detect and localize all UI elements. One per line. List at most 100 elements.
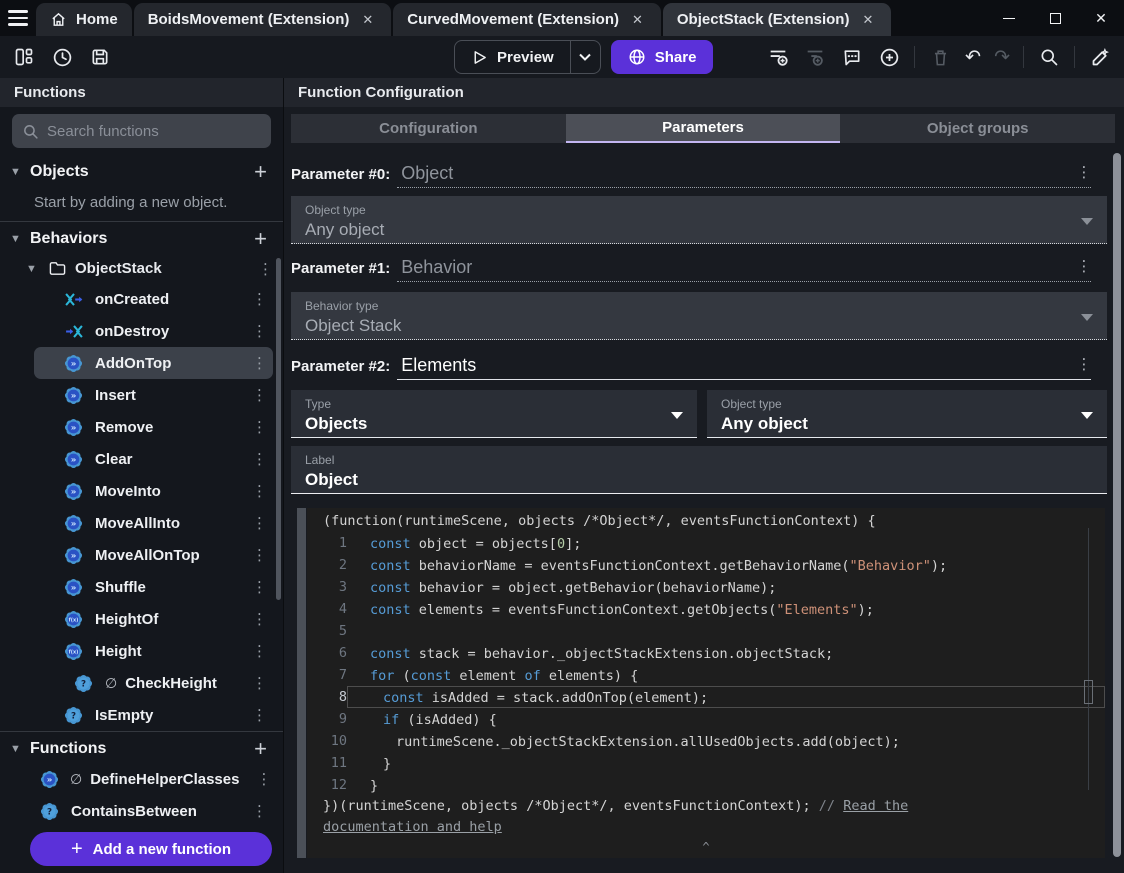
add-circle-icon[interactable] <box>877 45 901 69</box>
share-button[interactable]: Share <box>610 40 714 74</box>
kebab-menu-icon[interactable]: ⋮ <box>1074 355 1094 373</box>
function-item-addontop[interactable]: » AddOnTop ⋮ <box>34 347 273 379</box>
window-tab-home[interactable]: Home <box>36 3 132 36</box>
code-line-1[interactable]: 1 const object = objects[0]; <box>307 532 1105 554</box>
window-tab-curvedmovement[interactable]: CurvedMovement (Extension) ✕ <box>393 3 661 36</box>
function-item-heightof[interactable]: f(x) HeightOf ⋮ <box>0 603 273 635</box>
javascript-code-editor[interactable]: (function(runtimeScene, objects /*Object… <box>307 508 1105 858</box>
trash-icon[interactable] <box>928 45 952 69</box>
search-functions-input[interactable] <box>47 122 261 140</box>
function-item-insert[interactable]: » Insert ⋮ <box>0 379 273 411</box>
search-icon[interactable] <box>1037 45 1061 69</box>
main-menu-icon[interactable] <box>0 0 36 36</box>
kebab-menu-icon[interactable]: ⋮ <box>246 610 273 628</box>
add-object-button[interactable]: + <box>250 161 271 183</box>
close-tab-icon[interactable]: ✕ <box>858 10 877 30</box>
functions-section-header[interactable]: ▼ Functions + <box>0 735 283 763</box>
tab-parameters[interactable]: Parameters <box>565 114 841 143</box>
objects-section-header[interactable]: ▼ Objects + <box>0 158 283 186</box>
code-line-5[interactable]: 5 <box>307 620 1105 642</box>
parameter-0-object-type-select[interactable]: Object type Any object <box>291 196 1107 244</box>
kebab-menu-icon[interactable]: ⋮ <box>250 770 277 788</box>
window-tab-objectstack[interactable]: ObjectStack (Extension) ✕ <box>662 3 892 36</box>
add-behavior-button[interactable]: + <box>250 228 271 250</box>
kebab-menu-icon[interactable]: ⋮ <box>246 674 273 692</box>
function-item-isempty[interactable]: ? IsEmpty ⋮ <box>0 699 273 731</box>
collapse-arrow-icon[interactable]: ▼ <box>10 233 30 245</box>
function-item-moveinto[interactable]: » MoveInto ⋮ <box>0 475 273 507</box>
kebab-menu-icon[interactable]: ⋮ <box>246 706 273 724</box>
parameter-2-label-field[interactable]: Label Object <box>291 446 1107 494</box>
sidebar-scrollbar[interactable] <box>276 258 281 600</box>
function-item-checkheight[interactable]: ? ∅ CheckHeight ⋮ <box>0 667 273 699</box>
function-item-height[interactable]: f(x) Height ⋮ <box>0 635 273 667</box>
kebab-menu-icon[interactable]: ⋮ <box>246 290 273 308</box>
history-icon[interactable] <box>50 45 74 69</box>
kebab-menu-icon[interactable]: ⋮ <box>246 514 273 532</box>
save-icon[interactable] <box>88 45 112 69</box>
add-event-icon[interactable] <box>766 45 790 69</box>
add-new-function-button[interactable]: + Add a new function <box>30 832 272 866</box>
kebab-menu-icon[interactable]: ⋮ <box>246 354 273 372</box>
kebab-menu-icon[interactable]: ⋮ <box>246 322 273 340</box>
code-line-4[interactable]: 4 const elements = eventsFunctionContext.… <box>307 598 1105 620</box>
tab-configuration[interactable]: Configuration <box>291 114 566 143</box>
add-free-function-button[interactable]: + <box>250 738 271 760</box>
function-item-moveallinto[interactable]: » MoveAllInto ⋮ <box>0 507 273 539</box>
code-line-7[interactable]: 7 for (const element of elements) { <box>307 664 1105 686</box>
function-item-definehelperclasses[interactable]: » ∅ DefineHelperClasses ⋮ <box>0 763 273 795</box>
collapse-arrow-icon[interactable]: ▼ <box>10 743 30 755</box>
kebab-menu-icon[interactable]: ⋮ <box>246 386 273 404</box>
code-line-2[interactable]: 2 const behaviorName = eventsFunctionCont… <box>307 554 1105 576</box>
kebab-menu-icon[interactable]: ⋮ <box>246 578 273 596</box>
code-line-6[interactable]: 6 const stack = behavior._objectStackExte… <box>307 642 1105 664</box>
function-item-ondestroy[interactable]: onDestroy ⋮ <box>0 315 273 347</box>
layout-panels-icon[interactable] <box>12 45 36 69</box>
code-line-9[interactable]: 9 if (isAdded) { <box>307 708 1105 730</box>
close-button[interactable]: ✕ <box>1078 0 1124 36</box>
kebab-menu-icon[interactable]: ⋮ <box>246 450 273 468</box>
function-item-oncreated[interactable]: onCreated ⋮ <box>0 283 273 315</box>
parameter-2-name-input[interactable]: Elements <box>397 355 1091 380</box>
tab-object-groups[interactable]: Object groups <box>840 114 1116 143</box>
code-line-12[interactable]: 12} <box>307 774 1105 796</box>
function-item-shuffle[interactable]: » Shuffle ⋮ <box>0 571 273 603</box>
parameter-0-name-input[interactable]: Object <box>397 163 1091 188</box>
kebab-menu-icon[interactable]: ⋮ <box>1074 257 1094 275</box>
preview-button[interactable]: Preview <box>454 40 601 74</box>
editor-scrollbar-left[interactable] <box>297 508 306 858</box>
parameter-2-object-type-select[interactable]: Object type Any object <box>707 390 1107 438</box>
window-tab-boidsmovement[interactable]: BoidsMovement (Extension) ✕ <box>133 3 392 36</box>
preview-dropdown-button[interactable] <box>569 41 600 73</box>
parameter-1-behavior-type-select[interactable]: Behavior type Object Stack <box>291 292 1107 340</box>
parameter-2-type-select[interactable]: Type Objects <box>291 390 697 438</box>
kebab-menu-icon[interactable]: ⋮ <box>246 418 273 436</box>
close-tab-icon[interactable]: ✕ <box>628 10 647 30</box>
code-line-3[interactable]: 3 const behavior = object.getBehavior(beh… <box>307 576 1105 598</box>
close-tab-icon[interactable]: ✕ <box>358 10 377 30</box>
function-item-containsbetween[interactable]: ? ContainsBetween ⋮ <box>0 795 273 827</box>
undo-icon[interactable]: ↶ <box>965 46 981 68</box>
behaviors-section-header[interactable]: ▼ Behaviors + <box>0 225 283 253</box>
kebab-menu-icon[interactable]: ⋮ <box>246 482 273 500</box>
parameter-1-name-input[interactable]: Behavior <box>397 257 1091 282</box>
kebab-menu-icon[interactable]: ⋮ <box>246 546 273 564</box>
code-line-11[interactable]: 11} <box>307 752 1105 774</box>
collapse-arrow-icon[interactable]: ▼ <box>26 263 40 275</box>
maximize-button[interactable] <box>1032 0 1078 36</box>
edit-wand-icon[interactable] <box>1088 45 1112 69</box>
function-item-remove[interactable]: » Remove ⋮ <box>0 411 273 443</box>
behavior-group-objectstack[interactable]: ▼ ObjectStack ⋮ <box>0 255 283 282</box>
search-functions-box[interactable] <box>12 114 271 148</box>
code-line-8[interactable]: 8 const isAdded = stack.addOnTop(element)… <box>307 686 1105 708</box>
add-comment-icon[interactable] <box>840 45 864 69</box>
editor-collapse-caret[interactable]: ^ <box>307 840 1105 854</box>
collapse-arrow-icon[interactable]: ▼ <box>10 166 30 178</box>
minimize-button[interactable] <box>986 0 1032 36</box>
code-line-10[interactable]: 10 runtimeScene._objectStackExtension.all… <box>307 730 1105 752</box>
add-subevent-icon[interactable] <box>803 45 827 69</box>
kebab-menu-icon[interactable]: ⋮ <box>1074 163 1094 181</box>
main-panel-scrollbar[interactable] <box>1113 153 1121 857</box>
function-item-clear[interactable]: » Clear ⋮ <box>0 443 273 475</box>
function-item-moveallontop[interactable]: » MoveAllOnTop ⋮ <box>0 539 273 571</box>
